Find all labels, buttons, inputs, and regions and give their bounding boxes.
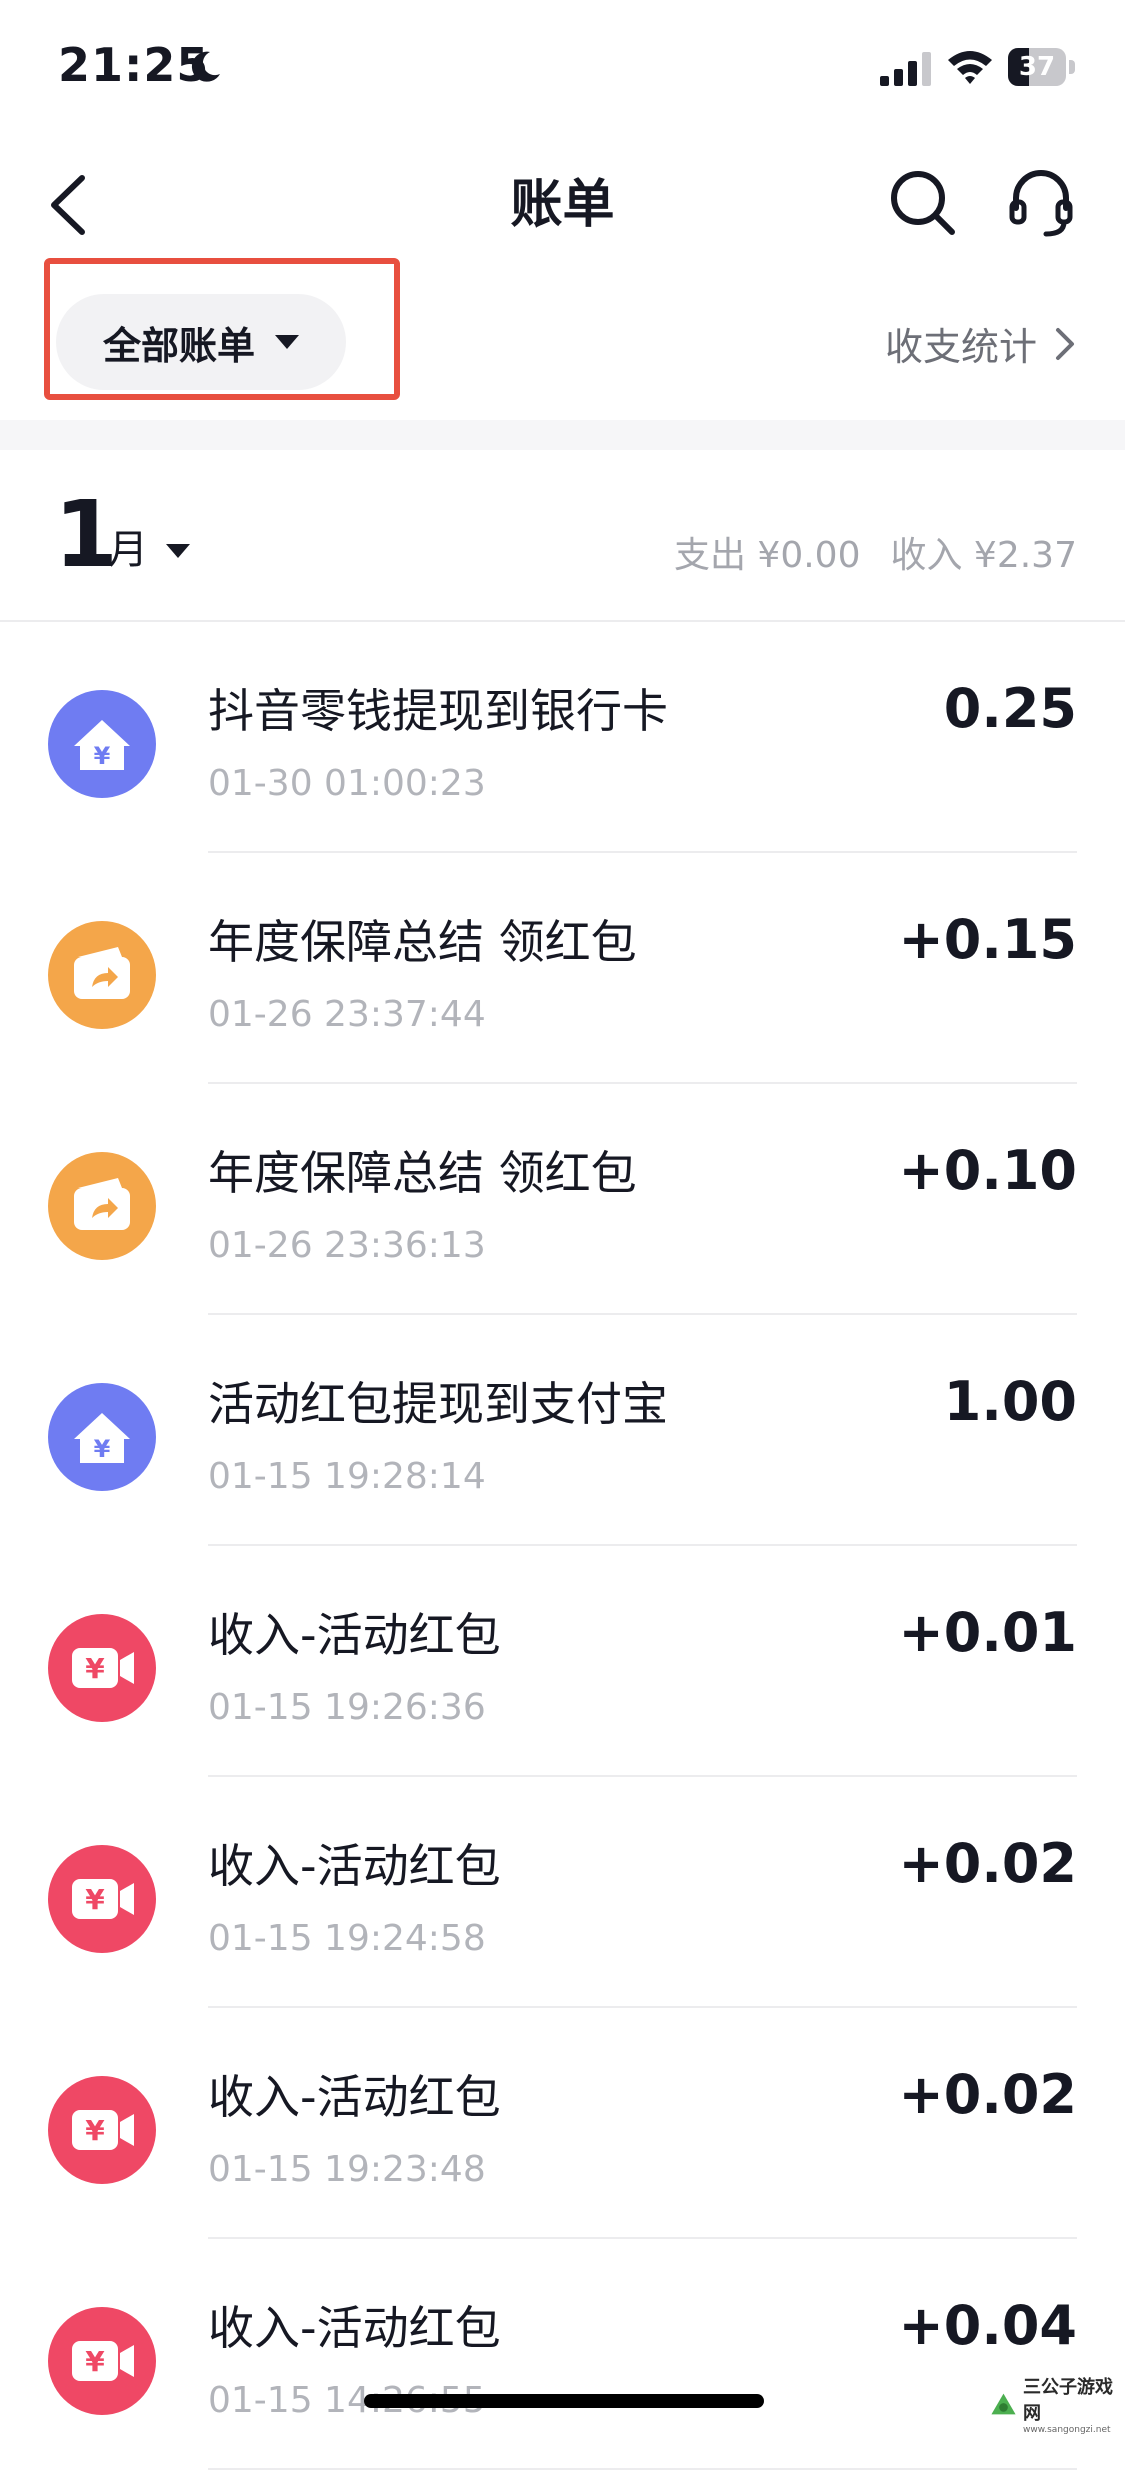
- video-yuan-icon: ¥: [48, 2076, 156, 2184]
- transaction-time: 01-15 19:26:36: [208, 1687, 486, 1728]
- svg-text:¥: ¥: [85, 2345, 105, 2378]
- transaction-amount: +0.15: [898, 908, 1077, 971]
- svg-text:¥: ¥: [85, 2114, 105, 2147]
- caret-down-icon: [275, 335, 299, 349]
- wallet-share-icon: [48, 1152, 156, 1260]
- transaction-title: 收入-活动红包: [208, 1608, 501, 1662]
- video-yuan-icon: ¥: [48, 1845, 156, 1953]
- watermark-url: www.sangongzi.net: [1023, 2425, 1111, 2435]
- transaction-row[interactable]: ¥ 收入-活动红包 01-15 14:26:55 +0.04: [0, 2239, 1125, 2470]
- svg-text:¥: ¥: [85, 1883, 105, 1916]
- month-expense: 支出 ¥0.00: [673, 535, 861, 576]
- transaction-title: 年度保障总结 领红包: [208, 1146, 637, 1200]
- transaction-list: ¥ 抖音零钱提现到银行卡 01-30 01:00:23 0.25 年度保障总结 领红包 0…: [0, 622, 1125, 2470]
- transaction-amount: +0.01: [898, 1601, 1077, 1664]
- transaction-row[interactable]: 年度保障总结 领红包 01-26 23:36:13 +0.10: [0, 1084, 1125, 1315]
- transaction-title: 抖音零钱提现到银行卡: [208, 684, 668, 738]
- moon-icon: [191, 51, 220, 82]
- transaction-amount: +0.02: [898, 1832, 1077, 1895]
- signal-icon: [880, 52, 931, 86]
- watermark: 三公子游戏网 www.sangongzi.net: [988, 2377, 1116, 2435]
- income-expense-stats-link[interactable]: 收支统计: [885, 316, 1077, 371]
- home-indicator: [364, 2394, 764, 2408]
- search-icon[interactable]: [888, 168, 958, 238]
- withdraw-house-icon: ¥: [48, 690, 156, 798]
- transaction-title: 年度保障总结 领红包: [208, 915, 637, 969]
- wallet-share-icon: [48, 921, 156, 1029]
- status-time: 21:25: [58, 38, 210, 92]
- watermark-name: 三公子游戏网: [1023, 2377, 1113, 2424]
- transaction-row[interactable]: ¥ 活动红包提现到支付宝 01-15 19:28:14 1.00: [0, 1315, 1125, 1546]
- month-income: 收入 ¥2.37: [890, 535, 1077, 576]
- transaction-amount: +0.02: [898, 2063, 1077, 2126]
- transaction-time: 01-26 23:37:44: [208, 994, 486, 1035]
- video-yuan-icon: ¥: [48, 2307, 156, 2415]
- transaction-amount: +0.04: [898, 2294, 1077, 2357]
- transaction-time: 01-15 19:24:58: [208, 1918, 486, 1959]
- stats-link-label: 收支统计: [884, 325, 1037, 369]
- transaction-amount: +0.10: [898, 1139, 1077, 1202]
- caret-down-icon: [166, 544, 190, 558]
- customer-service-icon[interactable]: [1008, 168, 1074, 240]
- battery-icon: 37: [1008, 48, 1076, 86]
- transaction-amount: 1.00: [943, 1370, 1077, 1433]
- chevron-right-icon: [1056, 327, 1074, 360]
- transaction-time: 01-15 19:23:48: [208, 2149, 486, 2190]
- transaction-title: 收入-活动红包: [208, 2301, 501, 2355]
- transaction-time: 01-30 01:00:23: [208, 763, 486, 804]
- transaction-amount: 0.25: [943, 677, 1077, 740]
- month-header: 1 月 支出 ¥0.00 收入 ¥2.37: [0, 450, 1125, 620]
- svg-text:¥: ¥: [85, 1652, 105, 1685]
- transaction-row[interactable]: 年度保障总结 领红包 01-26 23:37:44 +0.15: [0, 853, 1125, 1084]
- transaction-row[interactable]: ¥ 抖音零钱提现到银行卡 01-30 01:00:23 0.25: [0, 622, 1125, 853]
- transaction-row[interactable]: ¥ 收入-活动红包 01-15 19:24:58 +0.02: [0, 1777, 1125, 2008]
- month-summary: 支出 ¥0.00 收入 ¥2.37: [644, 530, 1077, 582]
- transaction-row[interactable]: ¥ 收入-活动红包 01-15 19:26:36 +0.01: [0, 1546, 1125, 1777]
- nav-bar: 账单: [0, 130, 1125, 270]
- section-divider: [0, 420, 1125, 450]
- transaction-row[interactable]: ¥ 收入-活动红包 01-15 19:23:48 +0.02: [0, 2008, 1125, 2239]
- status-bar: 21:25 37: [0, 0, 1125, 130]
- video-yuan-icon: ¥: [48, 1614, 156, 1722]
- wifi-icon: [948, 51, 992, 84]
- transaction-title: 收入-活动红包: [208, 1839, 501, 1893]
- transaction-title: 收入-活动红包: [208, 2070, 501, 2124]
- svg-text:¥: ¥: [94, 742, 111, 770]
- transaction-title: 活动红包提现到支付宝: [208, 1377, 668, 1431]
- watermark-logo-icon: [991, 2393, 1016, 2415]
- withdraw-house-icon: ¥: [48, 1383, 156, 1491]
- transaction-time: 01-26 23:36:13: [208, 1225, 486, 1266]
- all-bills-filter-button[interactable]: 全部账单: [56, 294, 346, 390]
- filter-label: 全部账单: [102, 323, 255, 368]
- transaction-time: 01-15 19:28:14: [208, 1456, 486, 1497]
- month-label: 月: [108, 527, 148, 573]
- battery-level: 37: [1018, 52, 1056, 82]
- svg-text:¥: ¥: [94, 1435, 111, 1463]
